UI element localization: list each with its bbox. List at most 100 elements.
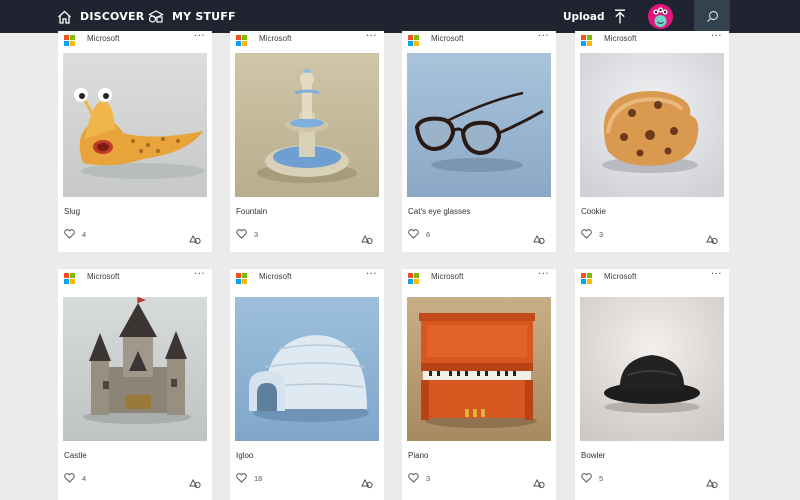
model-card[interactable]: Microsoft ··· Cookie 3 [575, 31, 729, 252]
publisher-name[interactable]: Microsoft [259, 34, 291, 43]
model-thumbnail[interactable] [407, 53, 551, 197]
like-count: 3 [426, 473, 431, 483]
remix-icon [706, 234, 718, 245]
publisher-name[interactable]: Microsoft [604, 272, 636, 281]
model-title[interactable]: Igloo [236, 451, 253, 460]
remix-button[interactable] [189, 474, 201, 493]
model-title[interactable]: Cookie [581, 207, 606, 216]
heart-icon [408, 229, 419, 239]
remix-button[interactable] [361, 474, 373, 493]
card-header: Microsoft ··· [58, 269, 212, 291]
model-card[interactable]: Microsoft ··· Slug 4 [58, 31, 212, 252]
like-count: 3 [599, 229, 604, 239]
model-card[interactable]: Microsoft ··· Castle 4 [58, 269, 212, 500]
model-thumbnail[interactable] [235, 53, 379, 197]
remix-icon [189, 478, 201, 489]
like-button[interactable]: 3 [581, 229, 603, 239]
remix-icon [189, 234, 201, 245]
microsoft-logo-icon [236, 273, 247, 284]
model-card[interactable]: Microsoft ··· Cat's eye glasses 6 [402, 31, 556, 252]
model-title[interactable]: Fountain [236, 207, 267, 216]
model-thumbnail[interactable] [580, 297, 724, 441]
card-header: Microsoft ··· [402, 31, 556, 53]
microsoft-logo-icon [581, 35, 592, 46]
like-button[interactable]: 18 [236, 473, 262, 483]
model-title[interactable]: Castle [64, 451, 87, 460]
model-title[interactable]: Piano [408, 451, 428, 460]
nav-my-stuff[interactable]: MY STUFF [148, 0, 236, 33]
publisher-name[interactable]: Microsoft [431, 34, 463, 43]
publisher-name[interactable]: Microsoft [604, 34, 636, 43]
publisher-name[interactable]: Microsoft [431, 272, 463, 281]
microsoft-logo-icon [64, 273, 75, 284]
more-options-button[interactable]: ··· [366, 269, 377, 280]
remix-button[interactable] [706, 474, 718, 493]
more-options-button[interactable]: ··· [194, 31, 205, 42]
microsoft-logo-icon [236, 35, 247, 46]
avatar-image [648, 4, 673, 29]
like-count: 5 [599, 473, 604, 483]
heart-icon [581, 229, 592, 239]
top-navigation-bar: DISCOVER MY STUFF Upload [0, 0, 800, 33]
search-button[interactable] [694, 0, 730, 33]
model-card[interactable]: Microsoft ··· Piano 3 [402, 269, 556, 500]
card-header: Microsoft ··· [575, 269, 729, 291]
more-options-button[interactable]: ··· [711, 31, 722, 42]
shapes-icon [148, 10, 164, 23]
model-thumbnail[interactable] [63, 297, 207, 441]
like-count: 18 [254, 473, 263, 483]
model-title[interactable]: Cat's eye glasses [408, 207, 470, 216]
like-button[interactable]: 4 [64, 229, 86, 239]
model-thumbnail[interactable] [63, 53, 207, 197]
upload-label: Upload [563, 10, 605, 23]
like-button[interactable]: 3 [236, 229, 258, 239]
remix-button[interactable] [533, 474, 545, 493]
home-icon [58, 10, 71, 24]
publisher-name[interactable]: Microsoft [259, 272, 291, 281]
model-card[interactable]: Microsoft ··· Igloo 18 [230, 269, 384, 500]
card-header: Microsoft ··· [230, 269, 384, 291]
model-card[interactable]: Microsoft ··· Bowler 5 [575, 269, 729, 500]
heart-icon [236, 473, 247, 483]
card-header: Microsoft ··· [230, 31, 384, 53]
publisher-name[interactable]: Microsoft [87, 34, 119, 43]
remix-button[interactable] [706, 230, 718, 249]
avatar[interactable] [648, 4, 673, 29]
heart-icon [236, 229, 247, 239]
remix-icon [533, 478, 545, 489]
like-button[interactable]: 4 [64, 473, 86, 483]
model-title[interactable]: Bowler [581, 451, 605, 460]
publisher-name[interactable]: Microsoft [87, 272, 119, 281]
remix-button[interactable] [189, 230, 201, 249]
like-button[interactable]: 5 [581, 473, 603, 483]
more-options-button[interactable]: ··· [538, 31, 549, 42]
more-options-button[interactable]: ··· [194, 269, 205, 280]
like-button[interactable]: 6 [408, 229, 430, 239]
remix-icon [706, 478, 718, 489]
heart-icon [64, 229, 75, 239]
model-card[interactable]: Microsoft ··· Fountain 3 [230, 31, 384, 252]
like-count: 3 [254, 229, 259, 239]
remix-button[interactable] [361, 230, 373, 249]
microsoft-logo-icon [64, 35, 75, 46]
model-thumbnail[interactable] [580, 53, 724, 197]
more-options-button[interactable]: ··· [538, 269, 549, 280]
more-options-button[interactable]: ··· [366, 31, 377, 42]
microsoft-logo-icon [408, 273, 419, 284]
model-thumbnail[interactable] [407, 297, 551, 441]
microsoft-logo-icon [581, 273, 592, 284]
remix-icon [533, 234, 545, 245]
card-header: Microsoft ··· [575, 31, 729, 53]
nav-discover[interactable]: DISCOVER [57, 0, 144, 33]
search-icon [706, 10, 718, 22]
remix-button[interactable] [533, 230, 545, 249]
like-button[interactable]: 3 [408, 473, 430, 483]
nav-my-stuff-label: MY STUFF [172, 10, 236, 23]
upload-button[interactable]: Upload [563, 0, 626, 33]
model-title[interactable]: Slug [64, 207, 80, 216]
card-header: Microsoft ··· [58, 31, 212, 53]
more-options-button[interactable]: ··· [711, 269, 722, 280]
remix-icon [361, 478, 373, 489]
model-thumbnail[interactable] [235, 297, 379, 441]
remix-icon [361, 234, 373, 245]
